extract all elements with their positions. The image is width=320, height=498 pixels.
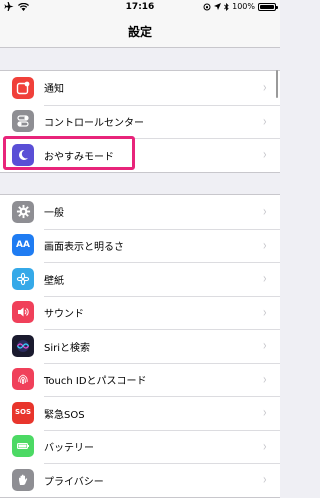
row-touch-id-passcode[interactable]: Touch IDとパスコード › — [0, 362, 280, 397]
battery-setting-icon — [12, 435, 34, 458]
row-label: サウンド — [44, 309, 84, 321]
battery-percent: 100% — [232, 2, 255, 11]
hand-icon — [12, 468, 34, 491]
siri-icon — [12, 334, 34, 357]
page-title: 設定 — [127, 25, 152, 39]
fingerprint-icon — [12, 368, 34, 391]
row-battery[interactable]: バッテリー › — [0, 429, 280, 464]
row-notifications[interactable]: 通知 › — [0, 71, 280, 105]
row-siri-search[interactable]: Siriと検索 › — [0, 329, 280, 363]
chevron-right-icon: › — [263, 147, 268, 164]
nav-bar: 設定 — [0, 16, 280, 48]
chevron-right-icon: › — [263, 304, 268, 321]
row-label: 画面表示と明るさ — [44, 242, 124, 254]
row-sounds[interactable]: サウンド › — [0, 295, 280, 330]
chevron-right-icon: › — [263, 79, 268, 96]
bluetooth-icon — [224, 2, 229, 11]
control-center-icon — [12, 110, 34, 133]
chevron-right-icon: › — [263, 405, 268, 422]
location-icon — [214, 3, 222, 10]
chevron-right-icon: › — [263, 438, 268, 455]
row-privacy[interactable]: プライバシー › — [0, 463, 280, 497]
row-control-center[interactable]: コントロールセンター › — [0, 104, 280, 139]
row-label: 緊急SOS — [44, 409, 85, 421]
chevron-right-icon: › — [263, 113, 268, 130]
row-label: 壁紙 — [44, 275, 64, 287]
row-label: Touch IDとパスコード — [44, 376, 147, 388]
chevron-right-icon: › — [263, 237, 268, 254]
row-wallpaper[interactable]: 壁紙 › — [0, 262, 280, 296]
row-display-brightness[interactable]: AA 画面表示と明るさ › — [0, 228, 280, 263]
row-label: Siriと検索 — [44, 342, 91, 354]
status-bar: 17:16 100% — [0, 0, 280, 16]
sos-icon: SOS — [12, 401, 34, 424]
chevron-right-icon: › — [263, 271, 268, 288]
row-emergency-sos[interactable]: SOS 緊急SOS › — [0, 396, 280, 430]
settings-group-2: 一般 › AA 画面表示と明るさ › 壁紙 › サウンド › Siriと検索 ›… — [0, 194, 280, 498]
battery-icon — [258, 2, 278, 11]
notifications-icon — [12, 76, 34, 99]
row-label: プライバシー — [44, 476, 104, 488]
sound-icon — [12, 301, 34, 324]
chevron-right-icon: › — [263, 371, 268, 388]
row-label: バッテリー — [44, 443, 94, 455]
scroll-indicator — [276, 70, 278, 98]
row-general[interactable]: 一般 › — [0, 195, 280, 229]
display-brightness-glyph: AA — [16, 239, 30, 250]
chevron-right-icon: › — [263, 338, 268, 355]
chevron-right-icon: › — [263, 203, 268, 220]
sos-glyph: SOS — [14, 408, 32, 417]
row-label: 一般 — [44, 208, 64, 220]
chevron-right-icon: › — [263, 472, 268, 489]
row-label: 通知 — [44, 84, 64, 96]
row-label: コントロールセンター — [44, 118, 144, 130]
display-brightness-icon: AA — [12, 234, 34, 257]
wallpaper-icon — [12, 267, 34, 290]
status-right: 100% — [203, 2, 278, 11]
highlight-annotation — [3, 136, 135, 170]
rotation-lock-icon — [203, 3, 211, 10]
gear-icon — [12, 200, 34, 223]
